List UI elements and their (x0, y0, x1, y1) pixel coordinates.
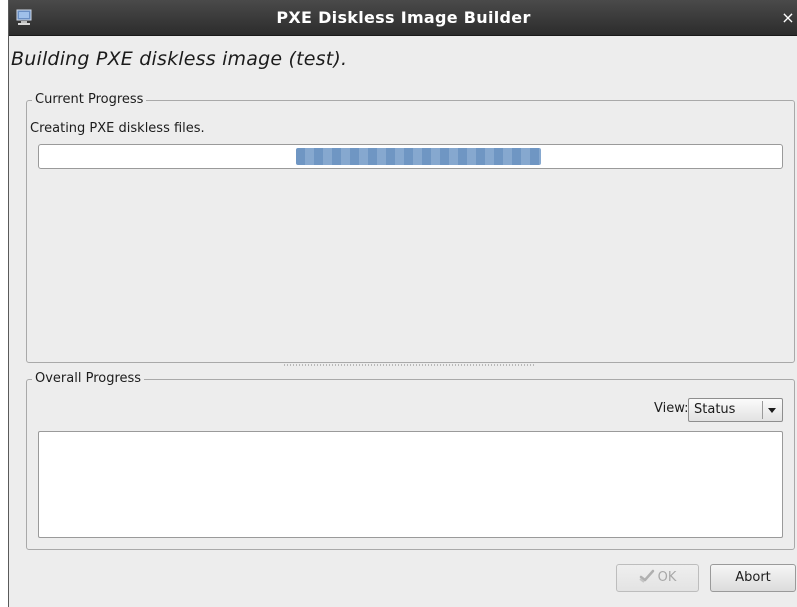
dialog-window: PXE Diskless Image Builder × Building PX… (8, 0, 797, 607)
current-status-text: Creating PXE diskless files. (30, 121, 205, 136)
ok-check-icon (639, 569, 654, 583)
overall-log-textarea[interactable] (38, 431, 783, 538)
progress-activity-block (296, 148, 541, 165)
current-progress-group: Current Progress (26, 92, 795, 363)
view-label: View: (654, 401, 689, 416)
abort-button[interactable]: Abort (710, 564, 796, 592)
view-dropdown-value: Status (694, 402, 736, 417)
ok-button-label: OK (657, 570, 677, 585)
overall-progress-legend: Overall Progress (32, 371, 145, 387)
title-bar[interactable]: PXE Diskless Image Builder × (9, 0, 797, 36)
current-progress-legend: Current Progress (32, 92, 147, 108)
close-icon[interactable]: × (780, 9, 796, 27)
page-title: Building PXE diskless image (test). (11, 48, 348, 70)
abort-button-label: Abort (735, 570, 771, 585)
view-dropdown[interactable]: Status (688, 398, 783, 422)
ok-button[interactable]: OK (616, 564, 699, 592)
current-progress-bar (38, 144, 783, 169)
pane-splitter-handle[interactable] (284, 364, 534, 366)
chevron-down-icon (768, 408, 776, 413)
dropdown-separator (762, 401, 763, 419)
window-title: PXE Diskless Image Builder (276, 8, 531, 27)
